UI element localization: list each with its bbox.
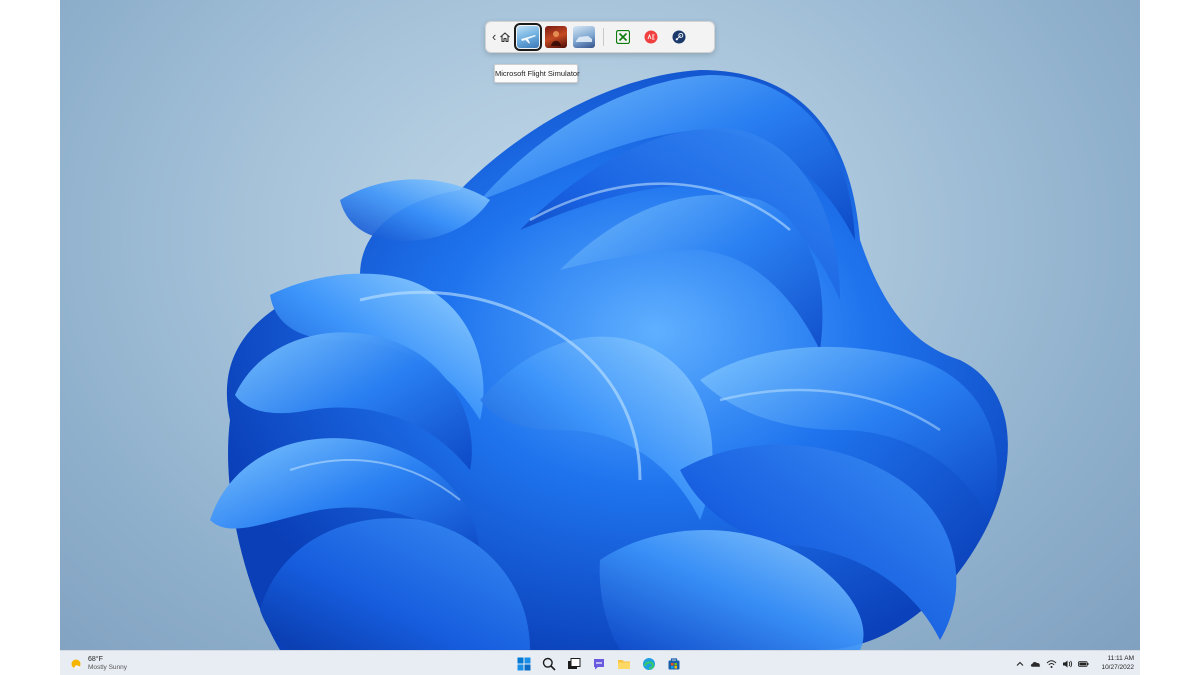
speaker-icon [1063,660,1073,667]
xbox-launcher-button[interactable] [612,26,634,48]
taskbar-clock[interactable]: 11:11 AM 10/27/2022 [1088,654,1134,673]
forza-game-tile[interactable] [573,26,596,48]
chat-icon [594,658,604,669]
sun-cloud-icon [71,659,81,669]
onedrive-button[interactable] [1030,658,1041,669]
search-button[interactable] [541,656,557,672]
chat-button[interactable] [591,656,607,672]
weather-temperature: 68°F [88,655,103,663]
back-chevron-icon[interactable]: ‹ [492,25,496,49]
flight-simulator-tile[interactable] [514,23,543,51]
chevron-up-icon [1016,661,1023,666]
cloud-icon [1030,661,1041,667]
warrior-art-icon [551,31,562,46]
gamebar-nav: ‹ [492,25,511,49]
ea-launcher-button[interactable] [640,26,662,48]
clock-time: 11:11 AM [1107,655,1135,662]
task-view-button[interactable] [566,656,582,672]
taskbar-pinned-apps [516,654,682,673]
file-explorer-icon [618,659,630,669]
steam-icon [672,30,686,44]
volume-button[interactable] [1062,658,1073,669]
wifi-icon [1046,659,1057,668]
xbox-icon [616,30,631,44]
weather-widget[interactable]: 68°F Mostly Sunny [70,654,127,673]
desktop: ‹ Microsoft Flight Simulator 68°F Mostly… [60,0,1140,675]
ea-icon [644,30,658,44]
weather-condition: Mostly Sunny [88,663,128,671]
search-icon [542,657,556,671]
taskbar: 68°F Mostly Sunny 11:11 AM 10/27/2022 [60,650,1140,675]
store-button[interactable] [666,656,682,672]
game-launcher-bar: ‹ [485,21,715,53]
bloom-wallpaper [210,70,1008,650]
steam-launcher-button[interactable] [668,26,690,48]
system-tray [1014,655,1089,672]
edge-button[interactable] [641,656,657,672]
gamebar-divider [603,28,605,46]
task-view-icon [568,657,581,669]
game-tooltip: Microsoft Flight Simulator [494,64,580,83]
edge-icon [643,657,655,670]
home-icon[interactable] [499,31,511,43]
show-hidden-icons-button[interactable] [1014,658,1025,669]
start-button[interactable] [516,656,532,672]
car-art-icon [576,36,593,42]
file-explorer-button[interactable] [616,656,632,672]
network-button[interactable] [1046,658,1057,669]
airplane-icon [521,35,537,44]
red-game-tile[interactable] [545,26,568,48]
clock-date: 10/27/2022 [1101,663,1134,671]
windows-start-icon [517,657,531,670]
store-icon [668,657,680,669]
